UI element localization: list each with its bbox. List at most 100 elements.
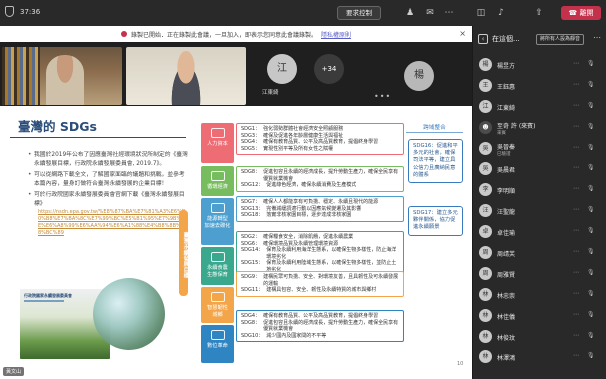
privacy-policy-link[interactable]: 隱私權原則	[321, 30, 351, 39]
mic-off-icon[interactable]: 🎙	[587, 185, 595, 192]
meeting-timer: 37:36	[20, 7, 41, 16]
avatar[interactable]: 楊	[404, 61, 434, 91]
sdg-row: SDG18： 落實非核家園目標，逐步達成非核家園	[241, 212, 399, 219]
report-cover-title: 行政院國家永續發展委員會	[24, 293, 72, 298]
mic-off-icon[interactable]: 🎙	[587, 123, 595, 130]
more-icon[interactable]: ⋯	[573, 144, 579, 151]
mic-off-icon[interactable]: 🎙	[587, 332, 595, 339]
participants-panel: ‹ 在這個... 將所有人設為靜音 ⋯ 楊楊昱方 ⋯ 🎙 王王鈺惠 ⋯ 🎙 江江東綺 ⋯ 🎙 ☻ 至…	[472, 26, 606, 379]
mic-off-icon[interactable]: 🎙	[587, 248, 595, 255]
sdg-code: SDG18：	[241, 212, 264, 218]
panel-title: 在這個...	[492, 35, 520, 43]
mic-off-icon[interactable]: ♪	[495, 7, 507, 19]
more-icon[interactable]: ⋯	[573, 206, 579, 213]
participant-item[interactable]: 吳吳晉秦 已驗證 ⋯ 🎙	[473, 138, 606, 159]
mic-off-icon[interactable]: 🎙	[587, 144, 595, 151]
sdg-code: SDG8：	[241, 319, 261, 326]
mic-off-icon[interactable]: 🎙	[587, 290, 595, 297]
participant-item[interactable]: 王王鈺惠 ⋯ 🎙	[473, 75, 606, 96]
participant-item[interactable]: 周周靖芙 ⋯ 🎙	[473, 242, 606, 263]
video-tile-2[interactable]	[126, 47, 246, 105]
more-icon[interactable]: ⋯	[573, 60, 579, 67]
more-icon[interactable]: ⋯	[573, 227, 579, 234]
participant-video-person	[166, 51, 206, 105]
participant-item[interactable]: 楊楊昱方 ⋯ 🎙	[473, 54, 606, 75]
sdg-code: SDG8：	[241, 169, 261, 175]
avatar[interactable]: 江	[267, 54, 297, 84]
more-icon[interactable]: ⋯	[443, 7, 455, 19]
participant-item[interactable]: 吳吳晨君 ⋯ 🎙	[473, 158, 606, 179]
participant-item[interactable]: 林林澤鴻 ⋯ 🎙	[473, 346, 606, 367]
category-label: 數位革命	[207, 343, 228, 349]
participant-name: 李明順	[497, 188, 516, 196]
avatar: 卓	[479, 225, 492, 239]
category-icon	[210, 171, 225, 181]
participant-name: 吳晉秦	[497, 143, 516, 151]
category-block: 數位革命	[201, 325, 234, 363]
mic-off-icon[interactable]: 🎙	[587, 227, 595, 234]
avatar: 林	[479, 350, 492, 364]
mic-off-icon[interactable]: 🎙	[587, 60, 595, 67]
chevron-left-icon[interactable]: ‹	[478, 34, 488, 44]
avatar-name: 江東綺	[262, 90, 279, 96]
participant-item[interactable]: 周周雅賢 ⋯ 🎙	[473, 263, 606, 284]
mic-off-icon[interactable]: 🎙	[587, 352, 595, 359]
more-icon[interactable]: ⋯	[573, 123, 579, 130]
chat-icon[interactable]: ✉	[424, 7, 436, 19]
sdg17-box: SDG17：建立多元夥伴關係，協力促進永續願景	[408, 206, 463, 236]
more-icon[interactable]: ⋯	[573, 102, 579, 109]
participant-name: 至奇 許 (來賓)	[497, 122, 536, 130]
leave-button[interactable]: ☎ 離開	[561, 6, 601, 20]
mic-off-icon[interactable]: 🎙	[587, 311, 595, 318]
bullet-item: 我國於2019年公布了因應臺灣社經環境狀況所制定的《臺灣永續發展目標，行政院永續…	[28, 151, 188, 169]
download-link[interactable]: https://nsdn.epa.gov.tw/%E8%87%BA%E7%81%…	[34, 209, 188, 237]
participant-name: 楊昱方	[497, 63, 516, 70]
strip-more-icon[interactable]: •••	[374, 92, 391, 101]
more-participants-badge[interactable]: +34	[314, 54, 344, 84]
more-icon[interactable]: ⋯	[573, 311, 579, 318]
mic-off-icon[interactable]: 🎙	[587, 164, 595, 171]
participant-item[interactable]: 林林忠崇 ⋯ 🎙	[473, 284, 606, 305]
participant-item[interactable]: 林林俊玟 ⋯ 🎙	[473, 326, 606, 347]
bullet-text: 我國於2019年公布了因應臺灣社經環境狀況所制定的《臺灣永續發展目標，行政院永續…	[34, 152, 188, 167]
request-control-button[interactable]: 要求控制	[337, 6, 381, 20]
video-tile-1[interactable]	[2, 47, 122, 105]
sdg-code: SDG14：	[241, 247, 264, 253]
mute-all-button[interactable]: 將所有人設為靜音	[536, 34, 585, 45]
category-icon	[210, 330, 225, 340]
more-icon[interactable]: ⋯	[573, 81, 579, 88]
participant-item[interactable]: 林林佳儀 ⋯ 🎙	[473, 305, 606, 326]
more-icon[interactable]: ⋯	[573, 332, 579, 339]
sdg-group-box: SDG8： 促進包容且永續的經濟成長，提升勞動生產力，確保全民享有優質就業機會 SD…	[236, 166, 404, 192]
more-icon[interactable]: ⋯	[573, 164, 579, 171]
participant-item[interactable]: 江江東綺 ⋯ 🎙	[473, 96, 606, 117]
participant-item[interactable]: 汪汪聖龍 ⋯ 🎙	[473, 200, 606, 221]
globe-image	[93, 278, 165, 350]
avatar: ☻	[479, 120, 492, 134]
mic-off-icon[interactable]: 🎙	[587, 102, 595, 109]
share-icon[interactable]: ⇧	[533, 7, 545, 19]
sdg-row: SDG12： 促進綠色經濟，確保永續消費及生產模式	[241, 182, 399, 189]
camera-off-icon[interactable]: ◫	[475, 7, 487, 19]
participant-item[interactable]: ☻ 至奇 許 (來賓) 來賓 ⋯ 🎙	[473, 117, 606, 138]
participants-icon[interactable]: ♟	[404, 7, 416, 19]
participant-item[interactable]: 李李明順 ⋯ 🎙	[473, 179, 606, 200]
category-label: 循環經濟	[207, 184, 228, 190]
sdg-code: SDG9：	[241, 274, 261, 280]
mic-off-icon[interactable]: 🎙	[587, 81, 595, 88]
more-icon[interactable]: ⋯	[573, 290, 579, 297]
more-options-icon[interactable]: ⋯	[593, 33, 601, 42]
meeting-timer-group: 37:36	[5, 6, 40, 17]
more-icon[interactable]: ⋯	[573, 248, 579, 255]
bullet-text: 可於行政院國家永續發展委員會官網下載《臺灣永續發展目標》	[34, 192, 185, 207]
mic-off-icon[interactable]: 🎙	[587, 269, 595, 276]
participant-name: 卓佳瑜	[497, 230, 516, 238]
mic-off-icon[interactable]: 🎙	[587, 206, 595, 213]
more-icon[interactable]: ⋯	[573, 185, 579, 192]
close-icon[interactable]: ×	[459, 29, 466, 38]
participant-item[interactable]: 卓卓佳瑜 ⋯ 🎙	[473, 221, 606, 242]
avatar: 吳	[479, 162, 492, 176]
more-icon[interactable]: ⋯	[573, 352, 579, 359]
sdg-code: SDG11：	[241, 287, 264, 293]
more-icon[interactable]: ⋯	[573, 269, 579, 276]
